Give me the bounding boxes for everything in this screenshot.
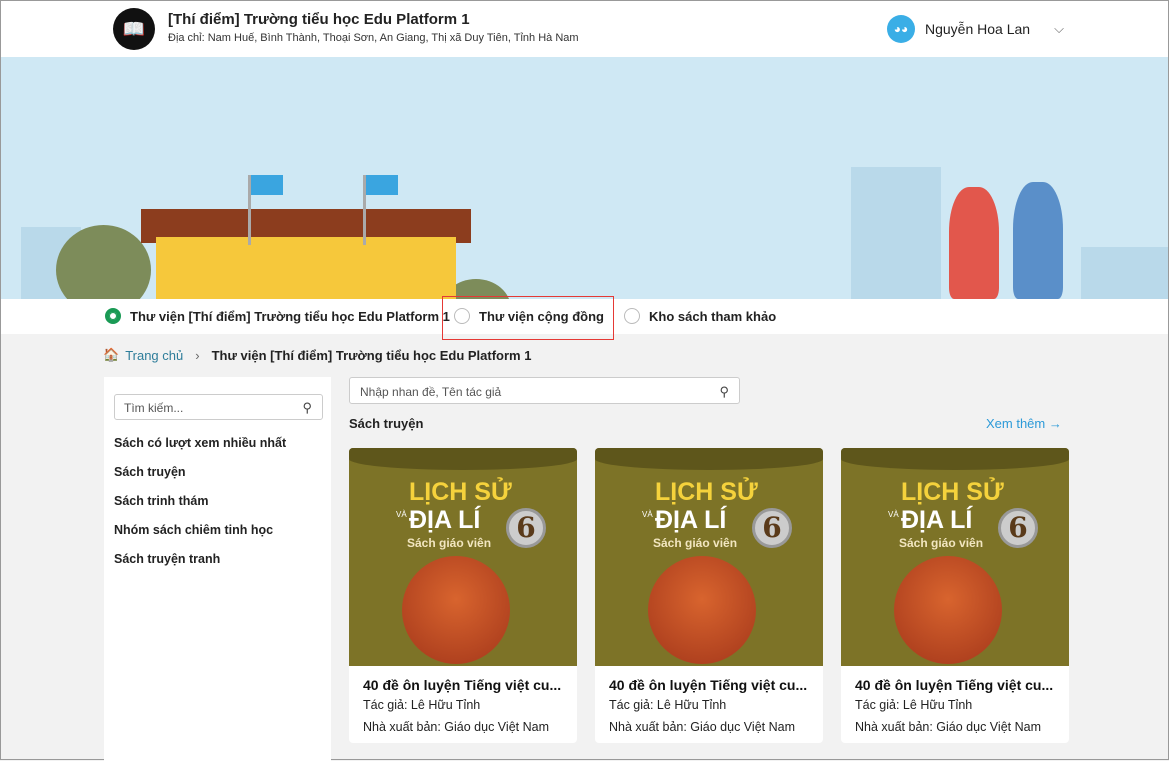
placeholder: Nhập nhan đề, Tên tác giả xyxy=(360,385,502,399)
placeholder: Tìm kiếm... xyxy=(124,401,184,415)
book-author: Tác giả: Lê Hữu Tỉnh xyxy=(609,698,727,712)
cover-image xyxy=(402,556,510,664)
cover-subtitle: Sách giáo viên xyxy=(407,536,492,550)
cover-subtitle: Sách giáo viên xyxy=(653,536,738,550)
cover-title: LỊCH SỬ xyxy=(901,478,1004,506)
home-icon[interactable]: 🏠 xyxy=(103,347,119,363)
cover-grade: 6 xyxy=(752,508,792,548)
cover-image xyxy=(648,556,756,664)
cover-va: VÀ xyxy=(888,510,899,519)
cover-image xyxy=(894,556,1002,664)
sidebar: Tìm kiếm... ⚲ Sách có lượt xem nhiều nhất… xyxy=(104,377,331,761)
school-logo-icon: 📖 xyxy=(113,8,155,50)
cover-title: ĐỊA LÍ xyxy=(409,506,481,534)
book-title[interactable]: 40 đề ôn luyện Tiếng việt cu... xyxy=(363,677,561,693)
sidebar-item[interactable]: Sách truyện xyxy=(114,465,186,479)
tab-label: Kho sách tham khảo xyxy=(649,308,777,324)
tab-reference-books[interactable]: Kho sách tham khảo xyxy=(624,308,776,324)
school-address: Địa chỉ: Nam Huế, Bình Thành, Thoại Sơn,… xyxy=(168,32,579,44)
book-author: Tác giả: Lê Hữu Tỉnh xyxy=(855,698,973,712)
user-name: Nguyễn Hoa Lan xyxy=(925,21,1031,37)
sidebar-item[interactable]: Nhóm sách chiêm tinh học xyxy=(114,523,273,537)
book-cover: LỊCH SỬ VÀ ĐỊA LÍ 6 Sách giáo viên xyxy=(595,448,823,666)
book-author: Tác giả: Lê Hữu Tỉnh xyxy=(363,698,481,712)
breadcrumb-home[interactable]: Trang chủ xyxy=(125,348,183,363)
book-cover: LỊCH SỬ VÀ ĐỊA LÍ 6 Sách giáo viên xyxy=(841,448,1069,666)
user-menu[interactable]: ◕◕ Nguyễn Hoa Lan ⌵ xyxy=(887,15,1064,43)
book-publisher: Nhà xuất bản: Giáo dục Việt Nam xyxy=(363,720,549,734)
chevron-down-icon: ⌵ xyxy=(1054,21,1064,36)
book-card[interactable]: LỊCH SỬ VÀ ĐỊA LÍ 6 Sách giáo viên 40 đề… xyxy=(595,448,823,743)
highlight-box xyxy=(442,296,614,340)
book-card[interactable]: LỊCH SỬ VÀ ĐỊA LÍ 6 Sách giáo viên 40 đề… xyxy=(841,448,1069,743)
book-title[interactable]: 40 đề ôn luyện Tiếng việt cu... xyxy=(609,677,807,693)
breadcrumb-current: Thư viện [Thí điểm] Trường tiểu học Edu … xyxy=(211,347,532,363)
cover-grade: 6 xyxy=(506,508,546,548)
sidebar-item[interactable]: Sách truyện tranh xyxy=(114,552,220,566)
cover-title: LỊCH SỬ xyxy=(655,478,758,506)
header: 📖 [Thí điểm] Trường tiểu học Edu Platfor… xyxy=(1,1,1168,57)
sidebar-item[interactable]: Sách trinh thám xyxy=(114,494,208,508)
book-search-input[interactable]: Nhập nhan đề, Tên tác giả ⚲ xyxy=(349,377,740,404)
cover-va: VÀ xyxy=(396,510,407,519)
arrow-right-icon: → xyxy=(1048,416,1062,431)
search-icon[interactable]: ⚲ xyxy=(302,400,312,416)
book-card[interactable]: LỊCH SỬ VÀ ĐỊA LÍ 6 Sách giáo viên 40 đề… xyxy=(349,448,577,743)
breadcrumb: 🏠 Trang chủ › Thư viện [Thí điểm] Trường… xyxy=(103,347,531,363)
cover-va: VÀ xyxy=(642,510,653,519)
chevron-right-icon: › xyxy=(195,347,200,363)
avatar: ◕◕ xyxy=(887,15,915,43)
tab-label: Thư viện [Thí điểm] Trường tiểu học Edu … xyxy=(130,308,450,324)
sidebar-item[interactable]: Sách có lượt xem nhiều nhất xyxy=(114,436,286,450)
book-cover: LỊCH SỬ VÀ ĐỊA LÍ 6 Sách giáo viên xyxy=(349,448,577,666)
section-title: Sách truyện xyxy=(349,416,424,431)
see-more-label: Xem thêm xyxy=(986,416,1046,431)
radio-selected[interactable] xyxy=(105,308,121,324)
search-icon[interactable]: ⚲ xyxy=(719,384,729,400)
banner-illustration xyxy=(1,57,1168,299)
school-name: [Thí điểm] Trường tiểu học Edu Platform … xyxy=(168,11,470,28)
cover-title: ĐỊA LÍ xyxy=(901,506,973,534)
book-publisher: Nhà xuất bản: Giáo dục Việt Nam xyxy=(609,720,795,734)
cover-grade: 6 xyxy=(998,508,1038,548)
book-title[interactable]: 40 đề ôn luyện Tiếng việt cu... xyxy=(855,677,1053,693)
sidebar-search-input[interactable]: Tìm kiếm... ⚲ xyxy=(114,394,323,420)
cover-title: LỊCH SỬ xyxy=(409,478,512,506)
tab-school-library[interactable]: Thư viện [Thí điểm] Trường tiểu học Edu … xyxy=(105,308,450,324)
cover-subtitle: Sách giáo viên xyxy=(899,536,984,550)
cover-title: ĐỊA LÍ xyxy=(655,506,727,534)
see-more-link[interactable]: Xem thêm → xyxy=(986,416,1062,431)
book-publisher: Nhà xuất bản: Giáo dục Việt Nam xyxy=(855,720,1041,734)
radio[interactable] xyxy=(624,308,640,324)
